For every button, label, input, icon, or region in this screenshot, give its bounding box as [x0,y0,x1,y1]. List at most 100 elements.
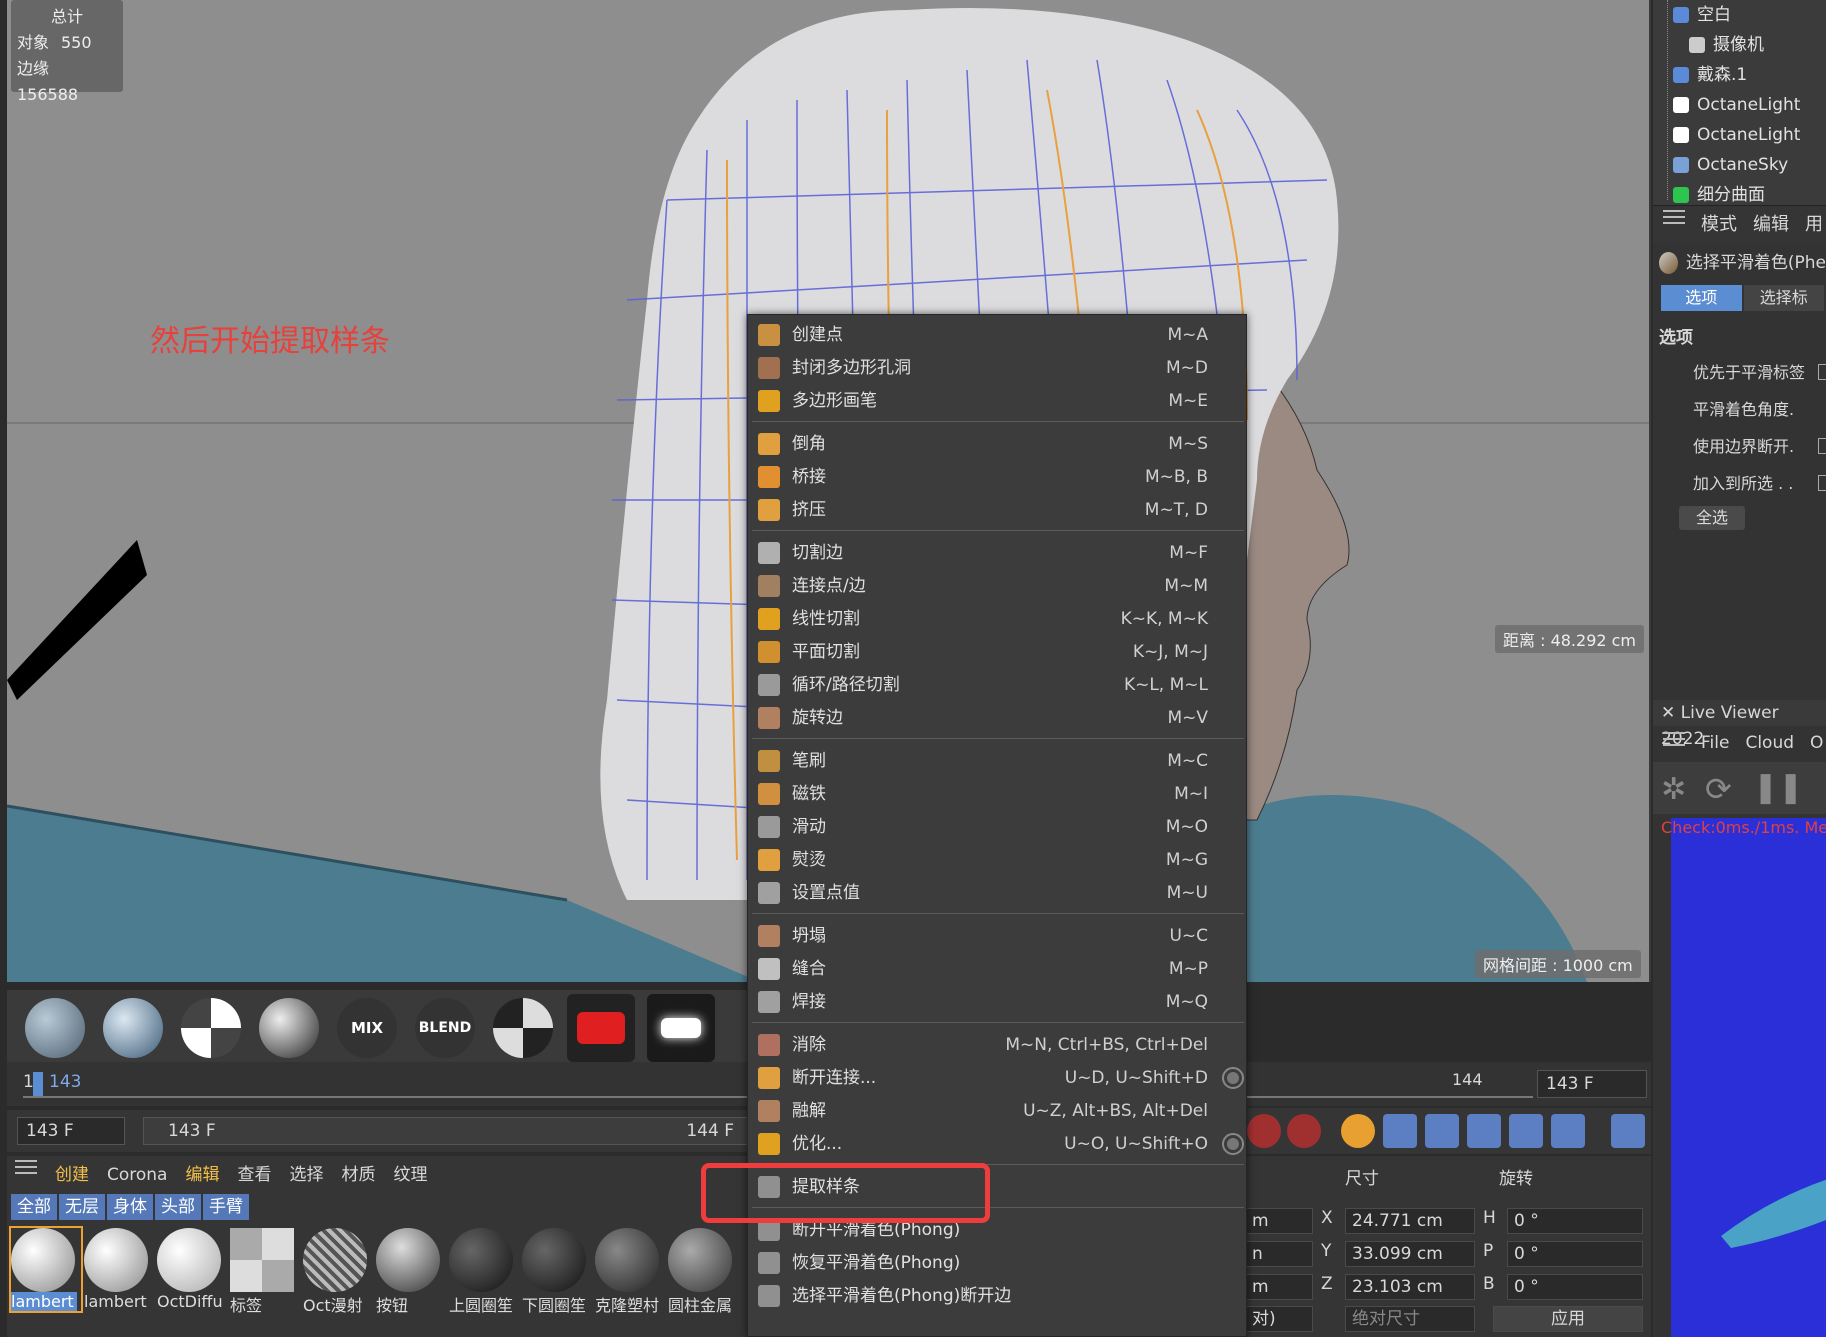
menu-item[interactable]: 消除 M~N, Ctrl+BS, Ctrl+Del [748,1029,1248,1061]
mm-menu-select[interactable]: 选择 [289,1156,323,1194]
rotation-field[interactable]: 0 ° [1507,1274,1643,1300]
coord-mode-select[interactable]: 对) [1245,1306,1313,1332]
position-field[interactable]: m [1245,1274,1313,1300]
current-frame-field[interactable]: 143 F [1537,1070,1647,1098]
position-field[interactable]: n [1245,1241,1313,1267]
menu-item[interactable]: 桥接 M~B, B [748,461,1248,493]
menu-item[interactable]: 优化... U~O, U~Shift+O [748,1128,1248,1160]
param-icon[interactable] [1509,1114,1543,1148]
keyframe-settings-icon[interactable] [1341,1114,1375,1148]
menu-item[interactable]: 焊接 M~Q [748,986,1248,1018]
apply-button[interactable]: 应用 [1493,1306,1643,1332]
close-icon[interactable]: ✕ [1661,703,1681,723]
menu-item[interactable]: 切割边 M~F [748,537,1248,569]
material-thumbnail[interactable]: lambert [9,1226,83,1313]
pause-icon[interactable]: ❚❚ [1753,770,1803,805]
mix-material-icon[interactable]: MIX [337,998,397,1058]
diffuse-material-icon[interactable] [25,998,85,1058]
menu-item[interactable]: 缝合 M~P [748,953,1248,985]
glossy-material-icon[interactable] [103,998,163,1058]
filter-body[interactable]: 身体 [107,1194,153,1220]
menu-item[interactable]: 倒角 M~S [748,428,1248,460]
material-thumbnail[interactable]: 圆柱金属 [668,1228,738,1316]
menu-icon[interactable] [1663,206,1685,243]
film-icon[interactable] [1611,1114,1645,1148]
option-angle[interactable]: 平滑着色角度. [1653,391,1826,428]
area-light-icon[interactable] [647,994,715,1062]
object-row[interactable]: 摄像机 [1653,30,1826,60]
checker-material-icon[interactable] [181,998,241,1058]
menu-item[interactable]: 坍塌 U~C [748,920,1248,952]
size-field[interactable]: 23.103 cm [1345,1274,1475,1300]
mm-menu-edit[interactable]: 编辑 [185,1156,219,1194]
rotation-field[interactable]: 0 ° [1507,1241,1643,1267]
menu-item[interactable]: 循环/路径切割 K~L, M~L [748,669,1248,701]
menu-icon[interactable] [15,1156,37,1194]
filter-all[interactable]: 全部 [11,1194,57,1220]
material-thumbnail[interactable]: 克隆塑村 [595,1228,665,1316]
portal-material-icon[interactable] [493,998,553,1058]
attr-menu-edit[interactable]: 编辑 [1753,206,1789,243]
mm-menu-view[interactable]: 查看 [237,1156,271,1194]
menu-item[interactable]: 连接点/边 M~M [748,570,1248,602]
menu-item[interactable]: 笔刷 M~C [748,745,1248,777]
menu-item[interactable]: 熨烫 M~G [748,844,1248,876]
rotation-field[interactable]: 0 ° [1507,1208,1643,1234]
range-slider[interactable]: 143 F 144 F [143,1117,751,1145]
menu-item[interactable]: 封闭多边形孔洞 M~D [748,352,1248,384]
size-field[interactable]: 24.771 cm [1345,1208,1475,1234]
mm-menu-corona[interactable]: Corona [107,1156,167,1194]
mm-menu-material[interactable]: 材质 [341,1156,375,1194]
menu-item[interactable]: 线性切割 K~K, M~K [748,603,1248,635]
rotate-icon[interactable] [1467,1114,1501,1148]
lv-menu-cloud[interactable]: Cloud [1745,728,1794,758]
record-icon[interactable] [1247,1114,1281,1148]
object-row[interactable]: 空白 [1653,0,1826,30]
lv-menu-o[interactable]: O [1810,728,1823,758]
filter-head[interactable]: 头部 [155,1194,201,1220]
option-add-selection[interactable]: 加入到所选 . . [1653,465,1826,502]
points-icon[interactable] [1551,1114,1585,1148]
filter-nolayer[interactable]: 无层 [59,1194,105,1220]
checkbox[interactable] [1818,438,1826,454]
menu-icon[interactable] [1663,728,1685,758]
lv-menu-file[interactable]: File [1701,728,1729,758]
menu-item[interactable]: 旋转边 M~V [748,702,1248,734]
material-thumbnail[interactable]: 标签 [230,1228,300,1316]
refresh-icon[interactable]: ⟳ [1705,770,1732,808]
menu-item[interactable]: 设置点值 M~U [748,877,1248,909]
menu-item[interactable]: 磁铁 M~I [748,778,1248,810]
size-mode-select[interactable]: 绝对尺寸 [1345,1306,1475,1332]
material-thumbnail[interactable]: 下圆圈笙 [522,1228,592,1316]
material-thumbnail[interactable]: 上圆圈笙 [449,1228,519,1316]
specular-material-icon[interactable] [259,998,319,1058]
object-row[interactable]: 戴森.1 [1653,60,1826,90]
render-icon[interactable]: ✲ [1661,772,1686,807]
scale-icon[interactable] [1425,1114,1459,1148]
attr-menu-mode[interactable]: 模式 [1701,206,1737,243]
select-all-button[interactable]: 全选 [1679,506,1745,530]
live-viewer-canvas[interactable] [1671,818,1826,1337]
mm-menu-texture[interactable]: 纹理 [393,1156,427,1194]
playhead[interactable] [33,1072,43,1096]
attr-menu-user[interactable]: 用 [1805,206,1823,243]
move-icon[interactable] [1383,1114,1417,1148]
gear-icon[interactable] [1222,1133,1244,1155]
checkbox[interactable] [1818,364,1826,380]
menu-item[interactable]: 融解 U~Z, Alt+BS, Alt+Del [748,1095,1248,1127]
option-border-break[interactable]: 使用边界断开. [1653,428,1826,465]
mm-menu-create[interactable]: 创建 [55,1156,89,1194]
tab-select-tag[interactable]: 选择标 [1743,285,1824,311]
material-thumbnail[interactable]: Oct漫射 [303,1228,373,1316]
material-thumbnail[interactable]: OctDiffu [157,1228,227,1311]
menu-item[interactable]: 创建点 M~A [748,319,1248,351]
start-frame-field[interactable]: 143 F [17,1117,125,1145]
object-row[interactable]: 细分曲面 [1653,180,1826,210]
material-thumbnail[interactable]: lambert [84,1228,154,1311]
menu-item[interactable]: 滑动 M~O [748,811,1248,843]
size-field[interactable]: 33.099 cm [1345,1241,1475,1267]
material-thumbnail[interactable]: 按钮 [376,1228,446,1316]
menu-item[interactable]: 断开连接... U~D, U~Shift+D [748,1062,1248,1094]
menu-item[interactable]: 选择平滑着色(Phong)断开边 [748,1280,1248,1312]
object-row[interactable]: OctaneLight [1653,120,1826,150]
